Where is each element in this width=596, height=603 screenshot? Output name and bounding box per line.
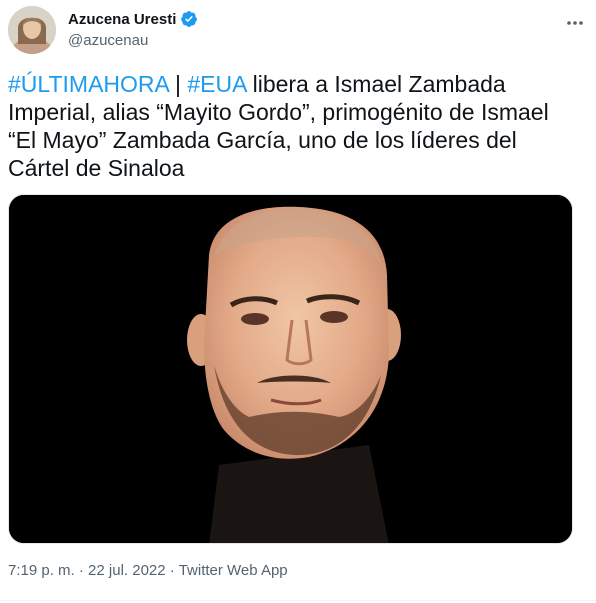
tweet-meta: 7:19 p. m. · 22 jul. 2022 · Twitter Web …: [8, 562, 288, 579]
hashtag-separator: |: [168, 71, 188, 97]
more-options-icon: [567, 21, 583, 25]
display-name-row: Azucena Uresti: [68, 9, 198, 29]
profile-photo: [8, 6, 56, 54]
avatar[interactable]: [8, 6, 56, 54]
tweet-date[interactable]: 22 jul. 2022: [88, 562, 166, 579]
meta-separator: ·: [74, 562, 89, 579]
tweet-card: Azucena Uresti @azucenau #ÚLTIMAHORA | #…: [0, 0, 596, 603]
tweet-time[interactable]: 7:19 p. m.: [8, 562, 75, 579]
tweet-header: Azucena Uresti @azucenau: [8, 6, 588, 56]
display-name[interactable]: Azucena Uresti: [68, 11, 176, 28]
author-info: Azucena Uresti @azucenau: [68, 9, 198, 49]
hashtag-ultimahora[interactable]: #ÚLTIMAHORA: [8, 71, 169, 97]
hashtag-eua[interactable]: #EUA: [187, 71, 246, 97]
tweet-photo: [9, 195, 572, 543]
tweet-source[interactable]: Twitter Web App: [179, 562, 288, 579]
meta-separator: ·: [165, 562, 179, 579]
tweet-media[interactable]: [8, 194, 573, 544]
verified-badge-icon: [181, 11, 198, 27]
author-handle[interactable]: @azucenau: [68, 32, 198, 49]
divider: [0, 600, 596, 601]
tweet-text: #ÚLTIMAHORA | #EUA libera a Ismael Zamba…: [8, 70, 578, 182]
more-options-button[interactable]: [564, 12, 586, 34]
